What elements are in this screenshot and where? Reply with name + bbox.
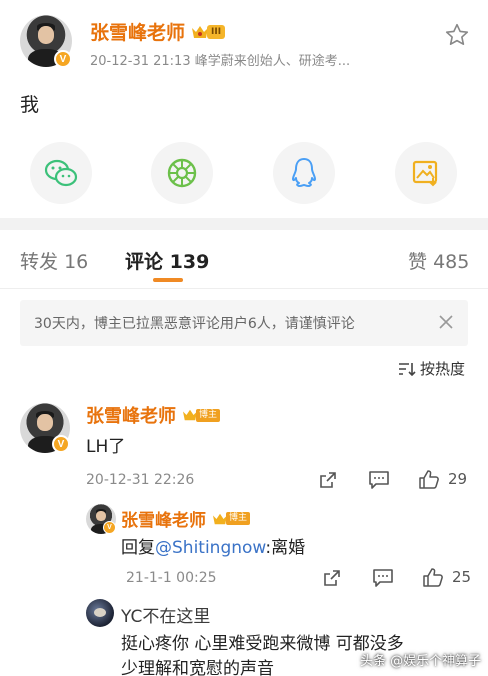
share-qq-button[interactable] <box>273 142 335 204</box>
tab-comments[interactable]: 评论 139 <box>125 247 209 274</box>
thumbs-up-icon <box>419 470 439 489</box>
wechat-icon <box>44 159 78 187</box>
reply-icon[interactable] <box>368 470 390 494</box>
reply-text: 回复@Shitingnow:离婚 <box>121 538 306 558</box>
post-content: 我 <box>20 94 40 116</box>
verified-badge: V <box>103 521 116 534</box>
comment-text: LH了 <box>86 437 126 457</box>
section-divider <box>0 218 488 230</box>
comment-author-name[interactable]: YC不在这里 <box>121 602 210 627</box>
mention-link[interactable]: @Shitingnow <box>155 538 265 558</box>
qzone-icon <box>412 160 438 187</box>
comment-author-name[interactable]: 张雪峰老师 <box>86 402 176 428</box>
close-icon[interactable] <box>438 314 454 334</box>
share-qzone-button[interactable] <box>395 142 457 204</box>
moments-icon <box>167 158 197 188</box>
sort-icon <box>399 362 416 376</box>
like-button[interactable]: 25 <box>422 567 471 587</box>
favorite-star-icon[interactable] <box>444 22 470 52</box>
like-button[interactable]: 29 <box>418 469 467 489</box>
qq-icon <box>292 158 316 187</box>
tab-active-indicator <box>153 278 183 282</box>
tab-likes[interactable]: 赞 485 <box>408 247 469 274</box>
verified-badge: V <box>52 435 70 453</box>
share-icon[interactable] <box>322 568 342 592</box>
share-moments-button[interactable] <box>151 142 213 204</box>
sort-by-hot-button[interactable]: 按热度 <box>398 358 465 379</box>
tabs-divider <box>0 288 488 289</box>
comment-text-line-2: 少理解和宽慰的声音 <box>121 659 274 676</box>
reply-author-name[interactable]: 张雪峰老师 <box>121 506 206 531</box>
level-badge: III <box>191 24 226 40</box>
blogger-badge: 博主 <box>182 408 221 422</box>
post-meta: 20-12-31 21:13 峰学蔚来创始人、研途考... <box>90 54 351 69</box>
post-author-name[interactable]: 张雪峰老师 <box>90 18 185 45</box>
share-wechat-button[interactable] <box>30 142 92 204</box>
reply-icon[interactable] <box>372 568 394 592</box>
share-icon[interactable] <box>318 470 338 494</box>
watermark: 头条 @娱乐个神算子 <box>360 654 482 669</box>
tab-repost[interactable]: 转发 16 <box>20 247 88 274</box>
reply-time: 21-1-1 00:25 <box>126 570 217 586</box>
comment-avatar[interactable] <box>86 599 114 627</box>
comment-time: 20-12-31 22:26 <box>86 472 195 488</box>
blogger-badge: 博主 <box>212 512 251 526</box>
thumbs-up-icon <box>423 568 443 587</box>
verified-badge: V <box>54 50 72 68</box>
blacklist-notice: 30天内，博主已拉黑恶意评论用户6人，请谨慎评论 <box>20 300 468 346</box>
notice-text: 30天内，博主已拉黑恶意评论用户6人，请谨慎评论 <box>34 316 355 332</box>
